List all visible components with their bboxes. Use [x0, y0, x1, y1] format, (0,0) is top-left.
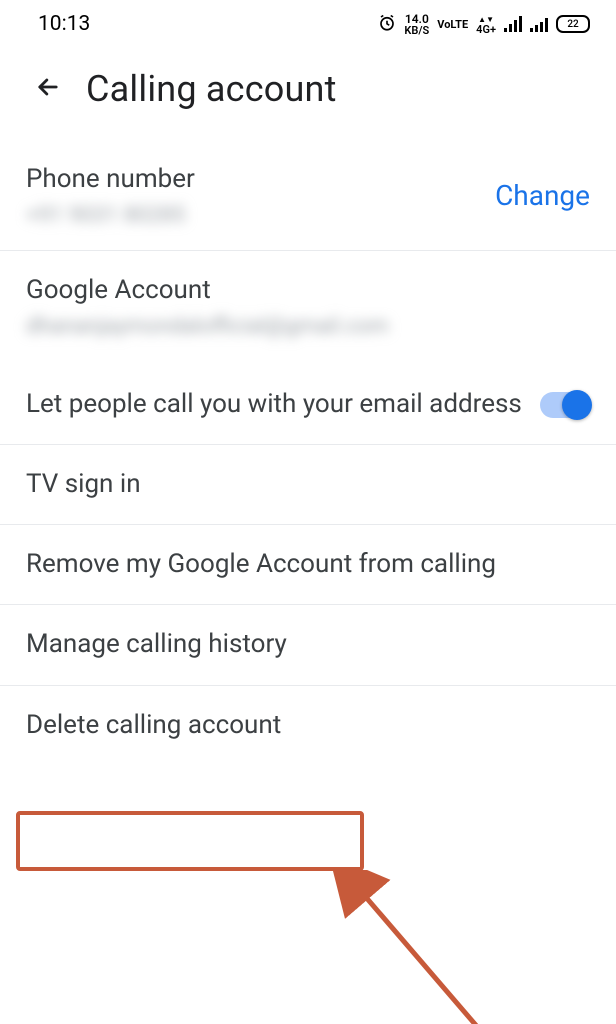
row-email-call-toggle[interactable]: Let people call you with your email addr… — [0, 347, 616, 445]
row-google-account[interactable]: Google Account dhananjaymondalofficial@g… — [0, 251, 616, 347]
volte-indicator: VoLTE — [437, 19, 468, 30]
back-icon[interactable] — [34, 73, 62, 105]
row-phone-number[interactable]: Phone number +91 9031 80285 Change — [0, 140, 616, 251]
status-right: 14.0 KB/S VoLTE ▲▼4G+ 22 — [378, 13, 590, 36]
signal-bars-icon — [504, 16, 522, 32]
manage-history-label: Manage calling history — [26, 627, 590, 662]
battery-indicator: 22 — [556, 15, 590, 33]
google-account-label: Google Account — [26, 273, 590, 308]
status-time: 10:13 — [38, 12, 90, 36]
network-speed: 14.0 KB/S — [404, 13, 429, 36]
row-remove-google[interactable]: Remove my Google Account from calling — [0, 525, 616, 605]
phone-label: Phone number — [26, 162, 479, 197]
phone-value: +91 9031 80285 — [26, 203, 479, 228]
remove-google-label: Remove my Google Account from calling — [26, 547, 590, 582]
row-manage-history[interactable]: Manage calling history — [0, 605, 616, 685]
change-link[interactable]: Change — [495, 179, 590, 212]
email-call-switch[interactable] — [540, 392, 590, 418]
google-account-value: dhananjaymondalofficial@gmail.com — [26, 314, 590, 339]
signal-bars-icon — [530, 16, 548, 32]
row-delete-account[interactable]: Delete calling account — [0, 686, 616, 765]
page-title: Calling account — [86, 68, 337, 110]
annotation-highlight-box — [16, 811, 364, 871]
alarm-icon — [378, 14, 396, 35]
delete-account-label: Delete calling account — [26, 708, 590, 743]
email-call-label: Let people call you with your email addr… — [26, 387, 524, 422]
row-tv-signin[interactable]: TV sign in — [0, 445, 616, 525]
app-header: Calling account — [0, 40, 616, 140]
tv-signin-label: TV sign in — [26, 467, 590, 502]
status-bar: 10:13 14.0 KB/S VoLTE ▲▼4G+ 22 — [0, 0, 616, 40]
annotation-arrow — [330, 870, 510, 1024]
network-type: ▲▼4G+ — [476, 13, 496, 35]
